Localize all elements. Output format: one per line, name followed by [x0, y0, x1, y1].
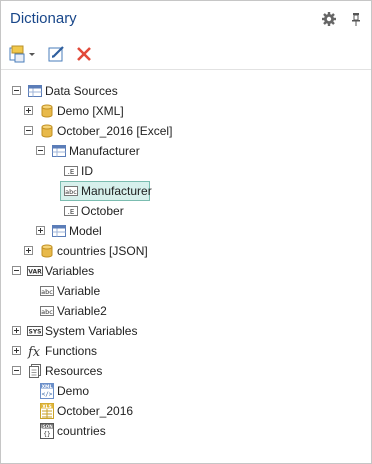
- tree-item-label: Data Sources: [45, 84, 118, 98]
- svg-text:JSON: JSON: [40, 424, 53, 429]
- tree-item-label: Variables: [45, 264, 95, 278]
- svg-text:abc: abc: [41, 308, 53, 316]
- gear-icon[interactable]: [321, 11, 337, 27]
- tree-item-label: October: [81, 204, 124, 218]
- database-icon: [41, 244, 53, 258]
- tree-item-label: October_2016: [57, 404, 134, 418]
- expand-toggle[interactable]: [24, 106, 33, 115]
- tree-item-demo-xml[interactable]: Demo [XML]: [1, 101, 371, 121]
- tree-item-resource-october[interactable]: XLS October_2016: [1, 401, 371, 421]
- tree-item-label: Variable: [57, 284, 101, 298]
- svg-text:abc: abc: [65, 188, 77, 196]
- numeric-column-icon: .E: [64, 166, 78, 176]
- panel-title: Dictionary: [10, 10, 77, 27]
- collapse-toggle[interactable]: [24, 126, 33, 135]
- tree-item-label: Resources: [45, 364, 103, 378]
- pin-icon[interactable]: [348, 11, 364, 27]
- tree-item-label: Model: [69, 224, 102, 238]
- svg-text:{}: {}: [43, 431, 50, 438]
- database-icon: [41, 104, 53, 118]
- svg-text:SYS: SYS: [29, 329, 42, 336]
- svg-text:XLS: XLS: [42, 404, 52, 410]
- collapse-toggle[interactable]: [12, 366, 21, 375]
- tree-item-resource-countries[interactable]: JSON {} countries: [1, 421, 371, 441]
- xml-file-icon: XML </>: [40, 383, 54, 399]
- tree-item-label: Manufacturer: [69, 144, 140, 158]
- json-file-icon: JSON {}: [40, 423, 54, 439]
- tree-item-variables[interactable]: VAR Variables: [1, 261, 371, 281]
- tree-item-resources[interactable]: Resources: [1, 361, 371, 381]
- tree-item-variable2[interactable]: abc Variable2: [1, 301, 371, 321]
- delete-icon[interactable]: [75, 45, 93, 63]
- tree-item-manufacturer-table[interactable]: Manufacturer: [1, 141, 371, 161]
- tree-item-data-sources[interactable]: Data Sources: [1, 81, 371, 101]
- tree-item-variable[interactable]: abc Variable: [1, 281, 371, 301]
- resources-icon: [29, 364, 41, 378]
- table-icon: [52, 225, 66, 237]
- text-variable-icon: abc: [40, 306, 54, 316]
- tree-item-label: October_2016 [Excel]: [57, 124, 173, 138]
- svg-text:VAR: VAR: [28, 269, 42, 276]
- edit-icon[interactable]: [48, 45, 66, 63]
- tree-item-label: Demo [XML]: [57, 104, 124, 118]
- tree-item-label: System Variables: [45, 324, 138, 338]
- tree-item-label: Manufacturer: [81, 184, 152, 198]
- svg-text:XML: XML: [42, 384, 53, 390]
- svg-text:.E: .E: [68, 168, 75, 176]
- svg-text:</>: </>: [42, 391, 53, 398]
- svg-text:fx: fx: [27, 345, 41, 359]
- tree-item-model-table[interactable]: Model: [1, 221, 371, 241]
- tree-item-october-excel[interactable]: October_2016 [Excel]: [1, 121, 371, 141]
- svg-text:.E: .E: [68, 208, 75, 216]
- tree-item-column-october[interactable]: .E October: [1, 201, 371, 221]
- collapse-toggle[interactable]: [12, 266, 21, 275]
- tree-item-label: countries: [57, 424, 106, 438]
- tree-item-label: countries [JSON]: [57, 244, 148, 258]
- variables-icon: VAR: [27, 266, 43, 276]
- function-icon: fx: [27, 345, 41, 359]
- excel-file-icon: XLS: [40, 403, 54, 419]
- tree-item-system-variables[interactable]: SYS System Variables: [1, 321, 371, 341]
- expand-toggle[interactable]: [12, 326, 21, 335]
- tree-item-label: Demo: [57, 384, 90, 398]
- tree-item-column-id[interactable]: .E ID: [1, 161, 371, 181]
- text-column-icon: abc: [64, 186, 78, 196]
- toolbar: [1, 39, 371, 70]
- expand-toggle[interactable]: [24, 246, 33, 255]
- tree-item-functions[interactable]: fx Functions: [1, 341, 371, 361]
- tree-item-label: Functions: [45, 344, 98, 358]
- text-variable-icon: abc: [40, 286, 54, 296]
- expand-toggle[interactable]: [12, 346, 21, 355]
- tree-item-countries-json[interactable]: countries [JSON]: [1, 241, 371, 261]
- tree-item-label: ID: [81, 164, 93, 178]
- numeric-column-icon: .E: [64, 206, 78, 216]
- system-variables-icon: SYS: [27, 326, 43, 336]
- tree-item-label: Variable2: [57, 304, 107, 318]
- data-sources-icon: [28, 85, 42, 97]
- new-item-dropdown-icon[interactable]: [9, 45, 37, 63]
- panel-header: Dictionary: [1, 1, 371, 35]
- collapse-toggle[interactable]: [12, 86, 21, 95]
- dictionary-panel: Dictionary Data Sources Demo [XML] Octob…: [0, 0, 372, 464]
- svg-text:abc: abc: [41, 288, 53, 296]
- tree-item-column-manufacturer[interactable]: abc Manufacturer: [60, 181, 152, 201]
- expand-toggle[interactable]: [36, 226, 45, 235]
- table-icon: [52, 145, 66, 157]
- tree-item-resource-demo[interactable]: XML </> Demo: [1, 381, 371, 401]
- database-icon: [41, 124, 53, 138]
- collapse-toggle[interactable]: [36, 146, 45, 155]
